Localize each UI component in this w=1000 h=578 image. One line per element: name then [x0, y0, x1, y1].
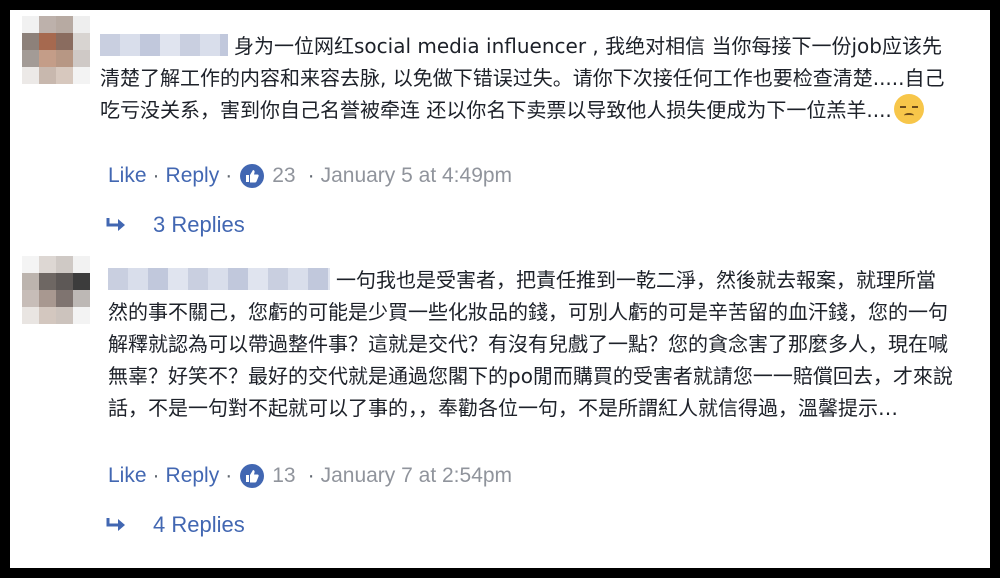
- comment-actions: Like · Reply · 23 · January 5 at 4:49pm: [108, 164, 512, 188]
- reaction-count[interactable]: 23: [272, 164, 295, 188]
- reply-link[interactable]: Reply: [166, 464, 220, 488]
- replies-count-label[interactable]: 3 Replies: [153, 212, 245, 238]
- reply-arrow-icon: [106, 218, 125, 231]
- like-link[interactable]: Like: [108, 164, 147, 188]
- timestamp[interactable]: January 7 at 2:54pm: [321, 464, 512, 488]
- timestamp[interactable]: January 5 at 4:49pm: [321, 164, 512, 188]
- comment-body: 身为一位网红social media influencer , 我绝对相信 当你…: [100, 30, 960, 126]
- avatar[interactable]: [22, 256, 90, 324]
- view-replies-link[interactable]: 4 Replies: [105, 512, 245, 538]
- thumbs-up-icon[interactable]: [240, 464, 265, 488]
- pensive-face-icon: [893, 94, 924, 124]
- separator-dot: ·: [152, 164, 160, 187]
- separator-dot: ·: [152, 464, 160, 487]
- separator-dot: ·: [225, 464, 233, 487]
- replies-count-label[interactable]: 4 Replies: [153, 512, 245, 538]
- commenter-name[interactable]: [100, 34, 228, 56]
- separator-dot: ·: [307, 464, 315, 487]
- comment-text: 一句我也是受害者，把責任推到一乾二淨，然後就去報案，就理所當然的事不關己，您虧的…: [108, 268, 953, 420]
- separator-dot: ·: [225, 164, 233, 187]
- separator-dot: ·: [307, 164, 315, 187]
- reply-link[interactable]: Reply: [166, 164, 220, 188]
- comment-body: 一句我也是受害者，把責任推到一乾二淨，然後就去報案，就理所當然的事不關己，您虧的…: [108, 264, 953, 424]
- avatar[interactable]: [22, 16, 90, 84]
- view-replies-link[interactable]: 3 Replies: [105, 212, 245, 238]
- thumbs-up-icon[interactable]: [240, 164, 265, 188]
- commenter-name[interactable]: [108, 268, 330, 290]
- comment-actions: Like · Reply · 13 · January 7 at 2:54pm: [108, 464, 512, 488]
- like-link[interactable]: Like: [108, 464, 147, 488]
- reaction-count[interactable]: 13: [272, 464, 295, 488]
- reply-arrow-icon: [106, 518, 125, 531]
- comments-panel: 身为一位网红social media influencer , 我绝对相信 当你…: [10, 10, 990, 568]
